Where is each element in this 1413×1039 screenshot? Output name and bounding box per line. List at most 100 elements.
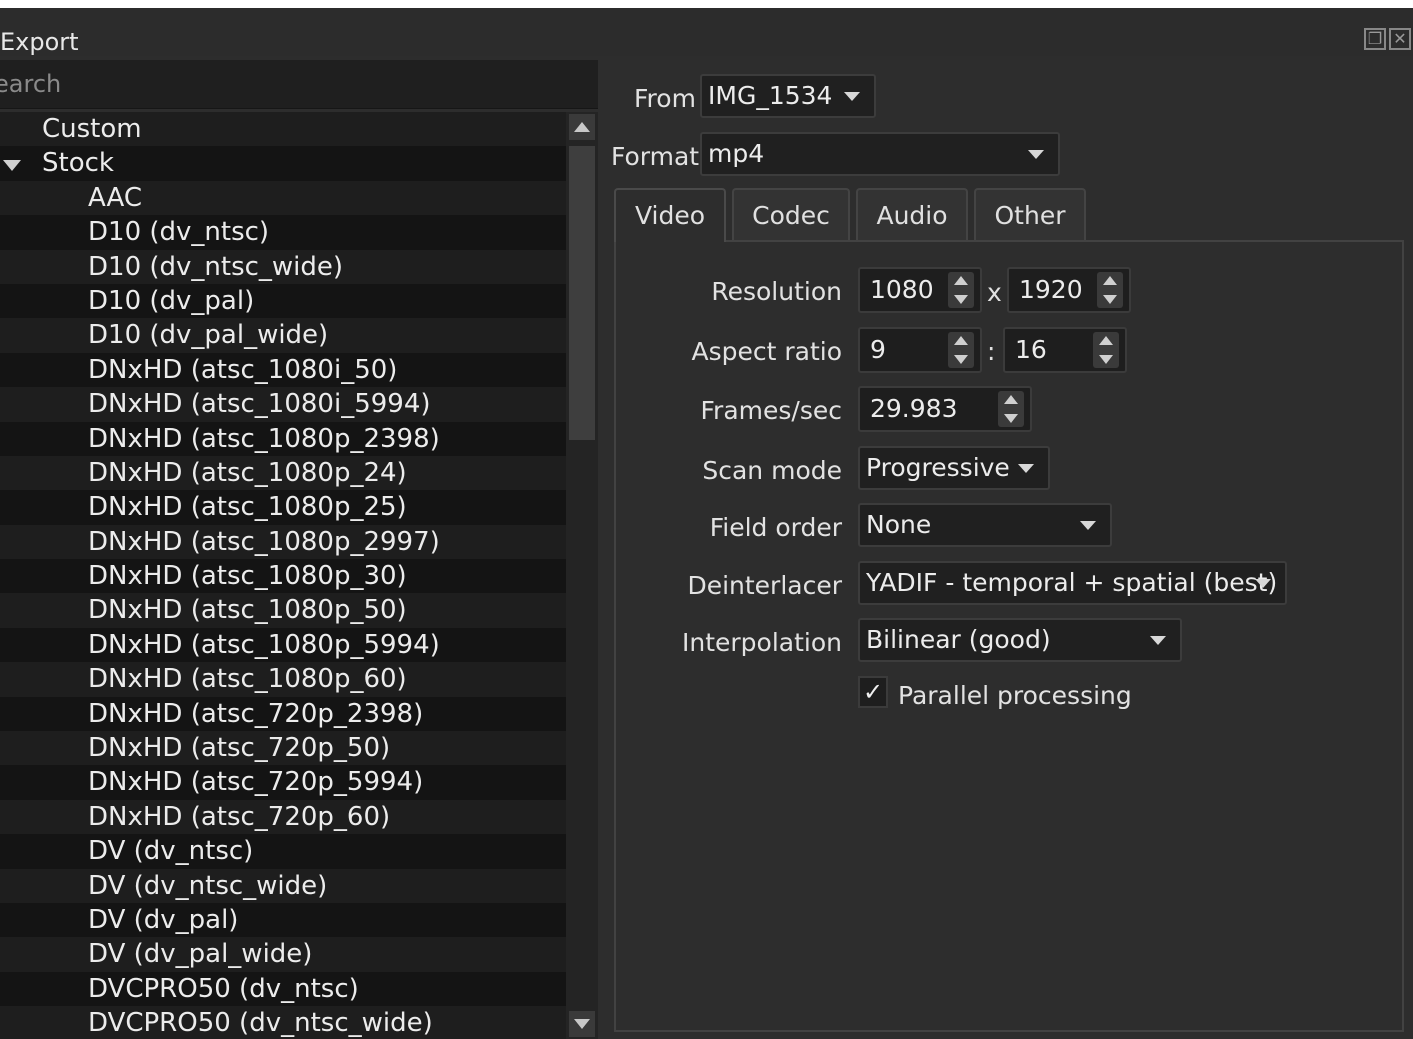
preset-list[interactable]: Custom Stock AAC D10 (dv_ntsc) D10 (dv_nts… — [0, 112, 566, 1039]
preset-label: DNxHD (atsc_1080p_25) — [88, 492, 407, 523]
preset-list-item[interactable]: DNxHD (atsc_720p_60) — [0, 799, 566, 835]
group-label: Stock — [42, 148, 114, 179]
deinterlacer-select[interactable]: YADIF - temporal + spatial (best) — [858, 561, 1287, 605]
preset-group-stock[interactable]: Stock — [0, 146, 566, 181]
field-order-label: Field order — [709, 513, 842, 542]
tab-audio[interactable]: Audio — [856, 188, 968, 240]
fps-value: 29.983 — [870, 394, 958, 423]
preset-list-item[interactable]: D10 (dv_pal) — [0, 283, 566, 319]
scan-mode-value: Progressive — [866, 453, 1010, 482]
resolution-height-value: 1920 — [1019, 275, 1083, 304]
preset-label: DNxHD (atsc_1080p_2398) — [88, 423, 440, 454]
preset-list-item[interactable]: DNxHD (atsc_1080p_50) — [0, 593, 566, 628]
parallel-processing-label: Parallel processing — [898, 681, 1132, 710]
scroll-thumb[interactable] — [569, 146, 595, 440]
preset-label: DVCPRO50 (dv_ntsc) — [88, 973, 359, 1004]
fps-label: Frames/sec — [700, 396, 843, 425]
chevron-down-icon — [1028, 150, 1044, 159]
fps-spinbox[interactable]: 29.983 — [858, 386, 1032, 432]
preset-label: DV (dv_ntsc) — [88, 836, 254, 867]
resolution-height-spinbox[interactable]: 1920 — [1007, 267, 1131, 313]
spin-arrows-icon[interactable] — [998, 391, 1024, 427]
spin-arrows-icon[interactable] — [1097, 272, 1123, 308]
search-input[interactable] — [0, 60, 574, 108]
spin-arrows-icon[interactable] — [1093, 332, 1119, 368]
preset-list-item[interactable]: D10 (dv_pal_wide) — [0, 318, 566, 353]
aspect-separator: : — [987, 337, 996, 366]
from-value: IMG_1534 — [708, 81, 833, 110]
preset-list-item[interactable]: DVCPRO50 (dv_ntsc_wide) — [0, 1006, 566, 1039]
preset-list-item[interactable]: DNxHD (atsc_1080p_2398) — [0, 421, 566, 456]
chevron-down-icon — [1080, 521, 1096, 530]
preset-label: DNxHD (atsc_1080p_60) — [88, 664, 407, 695]
tab-other[interactable]: Other — [974, 188, 1086, 240]
preset-label: DNxHD (atsc_1080p_5994) — [88, 629, 440, 660]
preset-list-item[interactable]: D10 (dv_ntsc_wide) — [0, 249, 566, 284]
preset-list-item[interactable]: DNxHD (atsc_720p_50) — [0, 731, 566, 766]
chevron-down-icon — [1150, 636, 1166, 645]
preset-label: DV (dv_pal_wide) — [88, 939, 313, 970]
preset-list-item[interactable]: DNxHD (atsc_1080p_2997) — [0, 524, 566, 560]
preset-label: DNxHD (atsc_1080i_5994) — [88, 389, 431, 420]
preset-list-item[interactable]: DV (dv_pal) — [0, 902, 566, 938]
scan-mode-label: Scan mode — [702, 456, 842, 485]
interpolation-value: Bilinear (good) — [866, 625, 1051, 654]
preset-group-custom[interactable]: Custom — [0, 112, 566, 147]
preset-list-item[interactable]: DNxHD (atsc_1080i_50) — [0, 352, 566, 388]
aspect-num-value: 9 — [870, 335, 886, 364]
aspect-num-spinbox[interactable]: 9 — [858, 327, 982, 373]
preset-list-item[interactable]: DNxHD (atsc_1080p_25) — [0, 490, 566, 525]
preset-list-item[interactable]: DNxHD (atsc_1080p_24) — [0, 455, 566, 491]
spin-arrows-icon[interactable] — [948, 272, 974, 308]
preset-list-item[interactable]: AAC — [0, 180, 566, 216]
from-select[interactable]: IMG_1534 — [700, 74, 876, 118]
preset-list-item[interactable]: DNxHD (atsc_1080p_5994) — [0, 627, 566, 663]
spin-arrows-icon[interactable] — [948, 332, 974, 368]
preset-label: DNxHD (atsc_720p_50) — [88, 733, 391, 764]
interpolation-select[interactable]: Bilinear (good) — [858, 618, 1182, 662]
group-label: Custom — [42, 114, 142, 144]
tab-video[interactable]: Video — [614, 188, 726, 242]
preset-list-item[interactable]: DNxHD (atsc_1080p_60) — [0, 662, 566, 697]
restore-icon[interactable]: ❐ — [1364, 28, 1386, 50]
format-value: mp4 — [708, 139, 765, 168]
expand-caret-icon[interactable] — [3, 160, 21, 172]
preset-list-item[interactable]: DNxHD (atsc_1080i_5994) — [0, 387, 566, 422]
preset-label: DNxHD (atsc_1080p_50) — [88, 595, 407, 626]
preset-list-scrollbar[interactable] — [566, 112, 598, 1039]
preset-list-item[interactable]: DV (dv_pal_wide) — [0, 937, 566, 972]
interpolation-label: Interpolation — [682, 628, 842, 657]
resolution-separator: x — [987, 278, 1002, 307]
format-select[interactable]: mp4 — [700, 132, 1060, 176]
chevron-down-icon — [844, 92, 860, 101]
aspect-den-value: 16 — [1015, 335, 1047, 364]
preset-list-item[interactable]: DV (dv_ntsc) — [0, 834, 566, 869]
preset-label: DNxHD (atsc_720p_60) — [88, 801, 391, 832]
scroll-up-arrow-icon[interactable] — [569, 114, 595, 140]
preset-label: DV (dv_pal) — [88, 904, 239, 935]
deinterlacer-value: YADIF - temporal + spatial (best) — [866, 568, 1278, 597]
preset-label: DNxHD (atsc_1080i_50) — [88, 354, 398, 385]
scroll-down-arrow-icon[interactable] — [569, 1011, 595, 1037]
preset-list-item[interactable]: DNxHD (atsc_720p_2398) — [0, 696, 566, 732]
preset-list-item[interactable]: DVCPRO50 (dv_ntsc) — [0, 971, 566, 1007]
preset-list-item[interactable]: DNxHD (atsc_1080p_30) — [0, 559, 566, 594]
resolution-label: Resolution — [711, 277, 842, 306]
resolution-width-spinbox[interactable]: 1080 — [858, 267, 982, 313]
preset-label: D10 (dv_pal) — [88, 285, 255, 316]
preset-list-item[interactable]: D10 (dv_ntsc) — [0, 215, 566, 250]
preset-label: D10 (dv_ntsc_wide) — [88, 251, 344, 282]
close-icon[interactable]: ✕ — [1389, 28, 1411, 50]
preset-label: DV (dv_ntsc_wide) — [88, 870, 328, 901]
field-order-select[interactable]: None — [858, 503, 1112, 547]
preset-list-item[interactable]: DV (dv_ntsc_wide) — [0, 868, 566, 903]
preset-label: D10 (dv_pal_wide) — [88, 320, 329, 351]
scan-mode-select[interactable]: Progressive — [858, 446, 1050, 490]
preset-list-item[interactable]: DNxHD (atsc_720p_5994) — [0, 765, 566, 800]
parallel-processing-checkbox[interactable]: ✓ — [858, 676, 888, 708]
window-top-edge — [0, 0, 1413, 8]
tab-codec[interactable]: Codec — [732, 188, 850, 240]
preset-search — [0, 60, 598, 109]
aspect-den-spinbox[interactable]: 16 — [1003, 327, 1127, 373]
deinterlacer-label: Deinterlacer — [687, 571, 842, 600]
